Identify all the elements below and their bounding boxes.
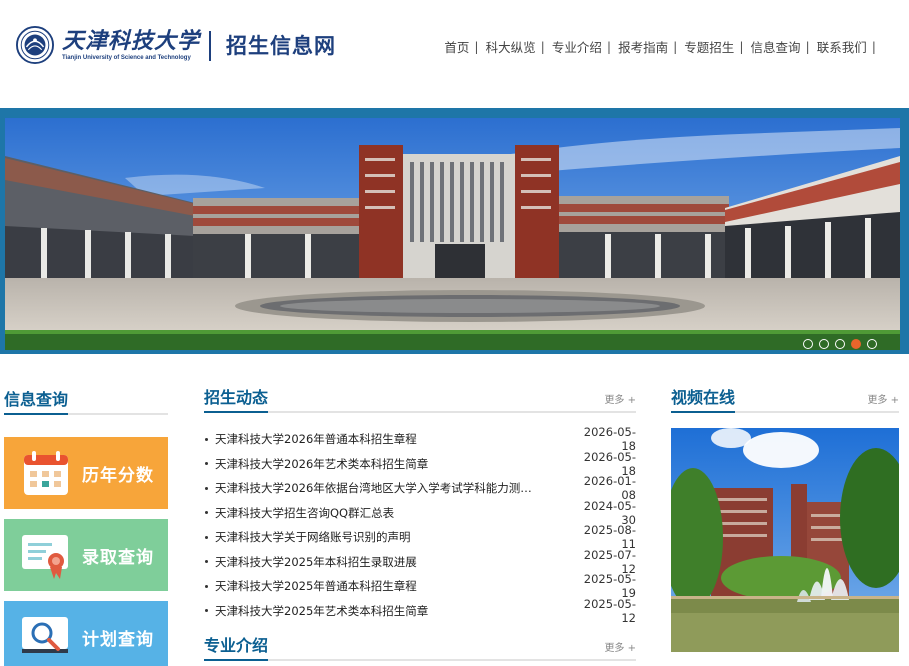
video-section-header: 视频在线 更多 + xyxy=(671,387,899,413)
campus-photo[interactable] xyxy=(5,118,900,350)
calendar-icon xyxy=(24,451,68,495)
nav-item-special[interactable]: 专题招生 | xyxy=(684,37,750,56)
news-title[interactable]: 天津科技大学2026年普通本科招生章程 xyxy=(215,431,574,447)
nav-item-guide[interactable]: 报考指南 | xyxy=(618,37,684,56)
nav-separator: | xyxy=(474,39,479,54)
bullet-icon xyxy=(205,462,208,466)
site-title: 招生信息网 xyxy=(226,34,336,58)
news-title[interactable]: 天津科技大学2025年普通本科招生章程 xyxy=(215,578,574,594)
news-title[interactable]: 天津科技大学2025年艺术类本科招生简章 xyxy=(215,603,574,619)
university-logo[interactable]: 天津科技大学 Tianjin University of Science and… xyxy=(16,26,202,64)
logo-divider xyxy=(209,31,211,61)
bullet-icon xyxy=(205,609,208,613)
nav-label: 专题招生 xyxy=(684,40,735,55)
news-item[interactable]: 天津科技大学2025年本科招生录取进展 2025-07-12 xyxy=(204,548,636,576)
bullet-icon xyxy=(205,486,208,490)
quick-button-label: 录取查询 xyxy=(82,547,154,568)
majors-section-header: 专业介绍 更多 + xyxy=(204,635,636,661)
bullet-icon xyxy=(205,511,208,515)
nav-separator: | xyxy=(871,39,876,54)
news-date: 2025-05-12 xyxy=(583,596,636,625)
news-item[interactable]: 天津科技大学招生咨询QQ群汇总表 2024-05-30 xyxy=(204,499,636,527)
nav-item-overview[interactable]: 科大纵览 | xyxy=(486,37,552,56)
banner-dot[interactable] xyxy=(867,339,877,349)
hero-banner xyxy=(0,108,909,354)
section-title: 视频在线 xyxy=(671,388,736,413)
info-query-header: 信息查询 xyxy=(4,389,168,415)
video-more-link[interactable]: 更多 + xyxy=(867,391,899,406)
site-header: 天津科技大学 Tianjin University of Science and… xyxy=(0,0,909,108)
news-section-header: 招生动态 更多 + xyxy=(204,387,636,413)
news-item[interactable]: 天津科技大学2025年艺术类本科招生简章 2025-05-12 xyxy=(204,596,636,625)
banner-dot-active[interactable] xyxy=(851,339,861,349)
news-item[interactable]: 天津科技大学2026年依据台湾地区大学入学考试学科能力测试成... 2026-01… xyxy=(204,474,636,502)
news-item[interactable]: 天津科技大学2025年普通本科招生章程 2025-05-19 xyxy=(204,572,636,600)
quick-button-label: 计划查询 xyxy=(82,629,154,650)
news-item[interactable]: 天津科技大学2026年普通本科招生章程 2026-05-18 xyxy=(204,425,636,453)
news-title[interactable]: 天津科技大学2025年本科招生录取进展 xyxy=(215,554,574,570)
logo-english-name: Tianjin University of Science and Techno… xyxy=(62,54,191,61)
news-title[interactable]: 天津科技大学招生咨询QQ群汇总表 xyxy=(215,505,574,521)
nav-item-contact[interactable]: 联系我们 | xyxy=(817,37,883,56)
banner-dot[interactable] xyxy=(803,339,813,349)
news-title[interactable]: 天津科技大学2026年艺术类本科招生简章 xyxy=(215,456,574,472)
nav-label: 首页 xyxy=(444,40,470,55)
bullet-icon xyxy=(205,437,208,441)
nav-item-query[interactable]: 信息查询 | xyxy=(751,37,817,56)
magnifier-icon xyxy=(22,617,68,653)
news-list: 天津科技大学2026年普通本科招生章程 2026-05-18 天津科技大学2026… xyxy=(204,425,636,625)
admission-query-button[interactable]: 录取查询 xyxy=(4,519,168,591)
banner-pagination xyxy=(797,339,877,349)
nav-label: 专业介绍 xyxy=(551,40,602,55)
majors-more-link[interactable]: 更多 + xyxy=(604,639,636,654)
nav-label: 信息查询 xyxy=(750,40,801,55)
nav-separator: | xyxy=(606,39,612,54)
banner-dot[interactable] xyxy=(835,339,845,349)
section-title: 专业介绍 xyxy=(204,636,269,661)
news-title[interactable]: 天津科技大学2026年依据台湾地区大学入学考试学科能力测试成... xyxy=(215,480,574,496)
quick-button-label: 历年分数 xyxy=(82,465,154,486)
nav-separator: | xyxy=(540,39,545,54)
university-emblem-icon xyxy=(16,26,54,64)
nav-separator: | xyxy=(739,39,744,54)
certificate-icon xyxy=(22,535,68,579)
news-item[interactable]: 天津科技大学2026年艺术类本科招生简章 2026-05-18 xyxy=(204,450,636,478)
news-item[interactable]: 天津科技大学关于网络账号识别的声明 2025-08-11 xyxy=(204,523,636,551)
plan-query-button[interactable]: 计划查询 xyxy=(4,601,168,666)
bullet-icon xyxy=(205,560,208,564)
nav-label: 报考指南 xyxy=(618,40,669,55)
banner-dot[interactable] xyxy=(819,339,829,349)
nav-label: 科大纵览 xyxy=(485,40,536,55)
main-nav: 首页 | 科大纵览 | 专业介绍 | 报考指南 | 专题招生 | 信息查询 | 联系我们 | xyxy=(444,37,883,56)
nav-item-majors[interactable]: 专业介绍 | xyxy=(552,37,618,56)
nav-label: 联系我们 xyxy=(816,40,867,55)
video-thumbnail[interactable] xyxy=(671,428,899,652)
section-title: 信息查询 xyxy=(4,390,69,415)
news-more-link[interactable]: 更多 + xyxy=(604,391,636,406)
nav-separator: | xyxy=(805,39,810,54)
score-history-button[interactable]: 历年分数 xyxy=(4,437,168,509)
news-title[interactable]: 天津科技大学关于网络账号识别的声明 xyxy=(215,529,574,545)
campus-building-image xyxy=(5,118,900,350)
campus-fountain-image xyxy=(671,428,899,652)
section-title: 招生动态 xyxy=(204,388,269,413)
bullet-icon xyxy=(205,584,208,588)
bullet-icon xyxy=(205,535,208,539)
logo-chinese-name: 天津科技大学 xyxy=(62,27,201,54)
nav-item-home[interactable]: 首页 | xyxy=(444,37,485,56)
nav-separator: | xyxy=(673,39,678,54)
